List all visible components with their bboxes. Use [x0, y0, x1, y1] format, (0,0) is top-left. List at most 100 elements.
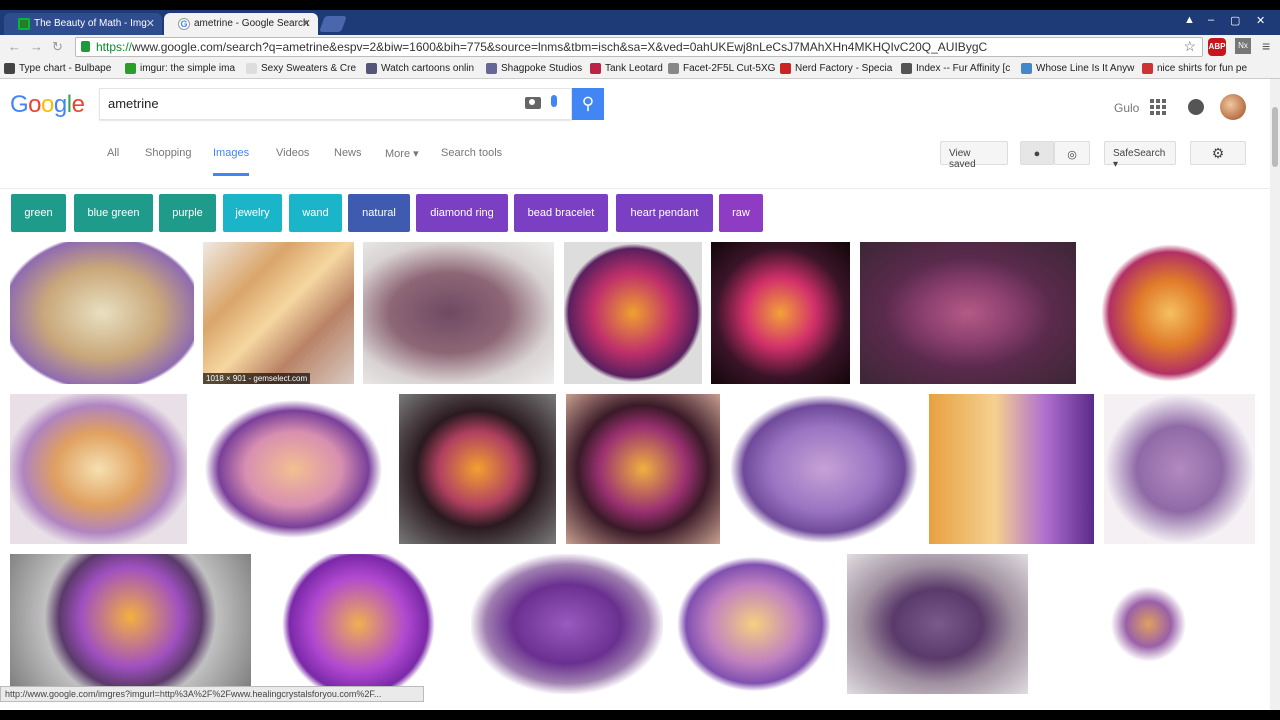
image-result[interactable] [566, 394, 720, 544]
chip-bead-bracelet[interactable]: bead bracelet [514, 194, 608, 232]
chip-green[interactable]: green [11, 194, 66, 232]
bookmark-label: Tank Leotard [605, 63, 663, 74]
extension-icon[interactable]: Nx [1235, 38, 1251, 54]
chip-raw[interactable]: raw [719, 194, 763, 232]
bookmark-item[interactable]: Shagpoke Studios [486, 63, 582, 74]
new-tab-button[interactable] [319, 16, 347, 32]
chip-jewelry[interactable]: jewelry [223, 194, 282, 232]
search-input[interactable]: ametrine [99, 88, 572, 120]
logo-letter: e [71, 91, 85, 118]
bookmark-favicon-icon [1021, 63, 1032, 74]
tab-videos[interactable]: Videos [276, 147, 309, 159]
menu-icon[interactable]: ≡ [1262, 38, 1270, 54]
chip-heart-pendant[interactable]: heart pendant [616, 194, 713, 232]
image-result[interactable]: 1018 × 901 - gemselect.com [203, 242, 354, 384]
bookmark-favicon-icon [486, 63, 497, 74]
view-saved-button[interactable]: View saved [940, 141, 1008, 170]
image-result[interactable] [471, 554, 663, 694]
tab-images[interactable]: Images [213, 147, 250, 176]
image-result[interactable] [847, 554, 1028, 694]
bookmark-label: Sexy Sweaters & Cre [261, 63, 357, 74]
bookmark-favicon-icon [1142, 63, 1153, 74]
adblock-extension-icon[interactable]: ABP [1208, 38, 1226, 56]
tab-google-search[interactable]: G ametrine - Google Search ✕ [164, 13, 318, 35]
global-results-button[interactable]: ◎ [1054, 141, 1090, 165]
image-result[interactable] [363, 242, 554, 384]
bookmark-item[interactable]: Facet-2F5L Cut-5XG [668, 63, 775, 74]
notifications-icon[interactable] [1188, 99, 1204, 115]
image-result[interactable] [10, 242, 194, 384]
person-icon[interactable]: ▲ [1184, 14, 1195, 26]
personal-results-button[interactable]: ● [1020, 141, 1054, 165]
close-tab-icon[interactable]: ✕ [146, 17, 155, 30]
user-name[interactable]: Gulo [1114, 101, 1139, 115]
image-result[interactable] [1085, 242, 1255, 384]
bookmark-item[interactable]: Whose Line Is It Anyw [1021, 63, 1134, 74]
chip-diamond-ring[interactable]: diamond ring [416, 194, 508, 232]
google-favicon-icon: G [178, 18, 190, 30]
close-tab-icon[interactable]: ✕ [302, 17, 311, 30]
image-result[interactable] [1044, 554, 1253, 694]
chip-purple[interactable]: purple [159, 194, 216, 232]
tab-all[interactable]: All [107, 147, 119, 159]
tab-news[interactable]: News [334, 147, 362, 159]
back-icon[interactable]: ← [8, 39, 21, 54]
bookmark-item[interactable]: imgur: the simple ima [125, 63, 235, 74]
maximize-button[interactable]: ▢ [1230, 14, 1240, 27]
image-result[interactable] [10, 554, 251, 694]
bookmark-label: Watch cartoons onlin [381, 63, 475, 74]
image-result[interactable] [262, 554, 455, 694]
bookmark-item[interactable]: Type chart - Bulbape [4, 63, 111, 74]
chip-blue-green[interactable]: blue green [74, 194, 153, 232]
scrollbar[interactable] [1270, 79, 1280, 710]
image-result[interactable] [1104, 394, 1255, 544]
image-result[interactable] [10, 394, 187, 544]
chip-wand[interactable]: wand [289, 194, 342, 232]
apps-grid-icon[interactable] [1150, 99, 1166, 115]
bookmark-star-icon[interactable]: ☆ [1183, 38, 1196, 55]
close-window-button[interactable]: ✕ [1256, 14, 1265, 27]
bookmark-label: Nerd Factory - Specia [795, 63, 893, 74]
image-result[interactable] [564, 242, 702, 384]
bookmark-label: nice shirts for fun pe [1157, 63, 1248, 74]
tab-more[interactable]: More ▾ [385, 147, 419, 160]
microphone-icon[interactable] [551, 95, 557, 107]
camera-icon[interactable] [525, 97, 541, 109]
settings-button[interactable]: ⚙ [1190, 141, 1246, 165]
tab-shopping[interactable]: Shopping [145, 147, 192, 159]
google-logo[interactable]: Google [10, 91, 85, 119]
reload-icon[interactable]: ↻ [52, 39, 63, 55]
browser-toolbar: ← → ↻ https://www.google.com/search?q=am… [0, 35, 1280, 59]
image-result[interactable] [860, 242, 1076, 384]
person-icon: ● [1033, 148, 1041, 160]
forward-icon[interactable]: → [30, 39, 43, 54]
chip-natural[interactable]: natural [348, 194, 410, 232]
bookmark-label: Index -- Fur Affinity [c [916, 63, 1011, 74]
minimize-button[interactable]: – [1208, 14, 1214, 26]
bookmark-item[interactable]: Watch cartoons onlin [366, 63, 474, 74]
globe-icon: ◎ [1067, 149, 1077, 161]
search-button[interactable]: ⚲ [572, 88, 604, 120]
address-bar[interactable]: https://www.google.com/search?q=ametrine… [75, 37, 1203, 57]
image-result[interactable] [929, 394, 1094, 544]
safesearch-button[interactable]: SafeSearch ▾ [1104, 141, 1176, 170]
bookmark-item[interactable]: Index -- Fur Affinity [c [901, 63, 1010, 74]
bookmark-item[interactable]: Sexy Sweaters & Cre [246, 63, 356, 74]
image-result[interactable] [729, 394, 919, 544]
search-tools-button[interactable]: Search tools [441, 147, 502, 159]
scrollbar-thumb[interactable] [1272, 107, 1278, 167]
avatar[interactable] [1220, 94, 1246, 120]
logo-letter: o [28, 91, 42, 118]
search-query: ametrine [108, 96, 159, 111]
bookmark-item[interactable]: Nerd Factory - Specia [780, 63, 892, 74]
tab-beauty-of-math[interactable]: The Beauty of Math - Img ✕ [4, 13, 162, 35]
image-result[interactable] [711, 242, 850, 384]
url-text: www.google.com/search?q=ametrine&espv=2&… [132, 40, 988, 54]
bookmark-item[interactable]: nice shirts for fun pe [1142, 63, 1247, 74]
image-result[interactable] [399, 394, 556, 544]
image-result[interactable] [674, 554, 834, 694]
image-result[interactable] [197, 394, 390, 544]
bookmark-favicon-icon [590, 63, 601, 74]
bookmark-item[interactable]: Tank Leotard [590, 63, 663, 74]
url-scheme: https:// [96, 40, 133, 54]
